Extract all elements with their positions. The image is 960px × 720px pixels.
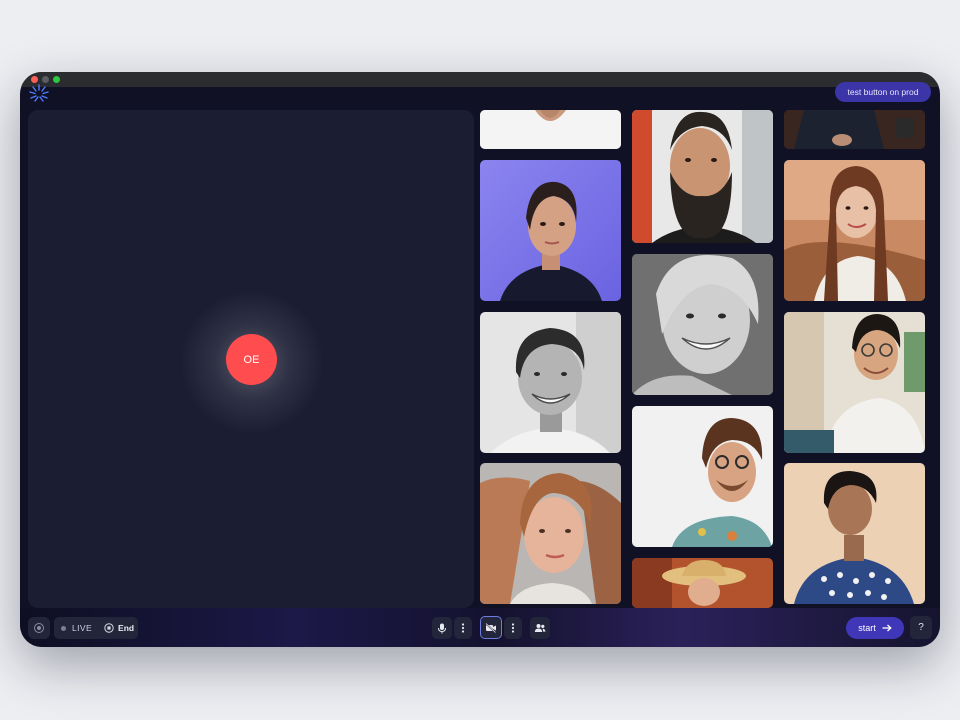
test-button[interactable]: test button on prod [835, 82, 931, 102]
participant-white-shirt[interactable] [480, 110, 621, 149]
camera-button[interactable] [480, 616, 502, 639]
participant-freckled-woman[interactable] [480, 463, 621, 604]
main-stage[interactable]: OE [28, 110, 474, 608]
camera-options-button[interactable] [504, 617, 522, 639]
record-button[interactable] [28, 617, 50, 639]
start-label: start [858, 623, 876, 633]
camera-off-icon [485, 622, 497, 633]
participant-smiling-woman-bw[interactable] [632, 254, 773, 395]
end-icon [104, 623, 114, 633]
participant-dark-jacket[interactable] [784, 110, 925, 149]
window-titlebar [20, 72, 940, 87]
participant-bearded-man[interactable] [632, 110, 773, 243]
start-button[interactable]: start [846, 617, 904, 639]
microphone-icon [438, 623, 446, 633]
control-bar: LIVE End start ? [20, 608, 940, 647]
end-button[interactable]: End [104, 623, 134, 633]
help-button[interactable]: ? [910, 616, 932, 639]
participant-curly-hair-man[interactable] [632, 406, 773, 547]
participant-straw-hat[interactable] [632, 558, 773, 608]
microphone-button[interactable] [432, 617, 452, 639]
live-status-group: LIVE End [54, 617, 138, 639]
people-icon [534, 624, 546, 632]
participant-woman-blue-light[interactable] [480, 160, 621, 301]
close-window-button[interactable] [31, 76, 38, 83]
end-label: End [118, 623, 135, 633]
record-icon [34, 623, 44, 633]
starburst-logo-icon[interactable] [28, 84, 50, 102]
live-label: LIVE [72, 623, 93, 633]
microphone-options-button[interactable] [454, 617, 472, 639]
zoom-window-button[interactable] [53, 76, 60, 83]
participant-man-glasses-reading[interactable] [784, 312, 925, 453]
speaker-avatar[interactable]: OE [226, 334, 277, 385]
arrow-right-icon [882, 624, 892, 632]
participant-long-hair-woman[interactable] [784, 160, 925, 301]
minimize-window-button[interactable] [42, 76, 49, 83]
more-vertical-icon [511, 623, 515, 633]
app-window: test button on prod OE LIVE End start ? [20, 72, 940, 647]
participant-looking-up[interactable] [784, 463, 925, 604]
live-dot-icon [61, 625, 66, 631]
participant-smiling-man-bw[interactable] [480, 312, 621, 453]
more-vertical-icon [461, 623, 465, 633]
participants-button[interactable] [530, 617, 550, 639]
